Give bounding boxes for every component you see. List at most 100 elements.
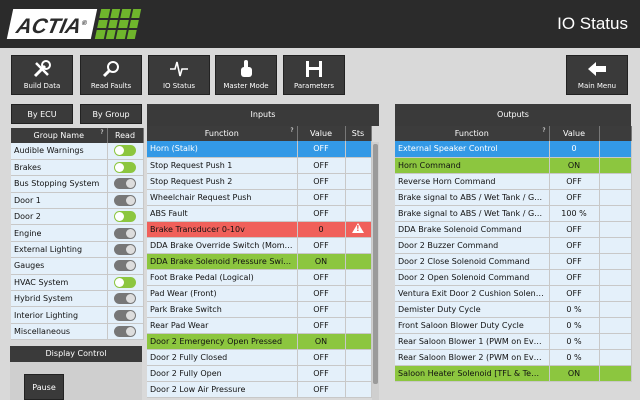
group-row[interactable]: Hybrid System — [11, 290, 144, 308]
read-toggle[interactable] — [114, 325, 136, 337]
parameters-button[interactable]: Parameters — [283, 55, 345, 95]
output-row[interactable]: Horn Command ON — [395, 157, 632, 174]
output-row[interactable]: Front Saloon Blower Duty Cycle 0 % — [395, 317, 632, 334]
input-status — [345, 157, 372, 174]
read-toggle[interactable] — [114, 244, 136, 256]
inputs-title: Inputs — [147, 104, 379, 126]
outputs-extra-header — [599, 126, 632, 141]
output-row[interactable]: Brake signal to ABS / Wet Tank / Gearbox… — [395, 189, 632, 206]
input-status — [345, 349, 372, 366]
io-status-button[interactable]: IO Status — [148, 55, 210, 95]
input-row[interactable]: Rear Pad Wear OFF — [147, 317, 372, 334]
input-status — [345, 317, 372, 334]
read-faults-button[interactable]: Read Faults — [80, 55, 142, 95]
output-row[interactable]: External Speaker Control 0 — [395, 141, 632, 158]
output-value: OFF — [549, 285, 600, 302]
read-toggle-cell — [107, 224, 144, 242]
read-toggle[interactable] — [114, 194, 136, 206]
input-row[interactable]: Brake Transducer 0-10v 0 — [147, 221, 372, 238]
output-row[interactable]: Demister Duty Cycle 0 % — [395, 301, 632, 318]
input-row[interactable]: DDA Brake Override Switch (Momentary)OFF — [147, 237, 372, 254]
input-status — [345, 253, 372, 270]
read-toggle[interactable] — [114, 145, 136, 157]
group-row[interactable]: Door 1 — [11, 192, 144, 210]
input-row[interactable]: Pad Wear (Front) OFF — [147, 285, 372, 302]
input-row[interactable]: Stop Request Push 1 OFF — [147, 157, 372, 174]
tab-by-ecu[interactable]: By ECU — [11, 104, 73, 124]
output-row[interactable]: Rear Saloon Blower 2 (PWM on Everthing) 0… — [395, 349, 632, 366]
group-row[interactable]: Engine — [11, 224, 144, 242]
output-row[interactable]: DDA Brake Solenoid Command OFF — [395, 221, 632, 238]
input-row[interactable]: Wheelchair Request Push OFF — [147, 189, 372, 206]
output-row[interactable]: Door 2 Close Solenoid Command OFF — [395, 253, 632, 270]
read-toggle[interactable] — [114, 162, 136, 174]
read-header: Read — [107, 128, 144, 143]
group-table: Group Name? Read Audible Warnings Brakes B… — [11, 128, 144, 341]
group-name-header: Group Name? — [11, 128, 108, 143]
inputs-value-header: Value — [297, 126, 346, 141]
display-control-panel: Display Control Pause — [10, 346, 142, 400]
input-row[interactable]: Park Brake Switch OFF — [147, 301, 372, 318]
tab-by-group[interactable]: By Group — [80, 104, 142, 124]
output-row[interactable]: Rear Saloon Blower 1 (PWM on Everthing) 0… — [395, 333, 632, 350]
input-value: OFF — [297, 381, 346, 398]
input-row[interactable]: Door 2 Low Air Pressure OFF — [147, 381, 372, 398]
group-row[interactable]: Miscellaneous — [11, 323, 144, 341]
output-row[interactable]: Ventura Exit Door 2 Cushion Solenoid Com… — [395, 285, 632, 302]
read-toggle[interactable] — [114, 260, 136, 272]
group-name: Brakes — [11, 159, 108, 177]
group-row[interactable]: Bus Stopping System — [11, 175, 144, 193]
input-status — [345, 221, 372, 238]
input-row[interactable]: Door 2 Fully Open OFF — [147, 365, 372, 382]
group-row[interactable]: External Lighting — [11, 241, 144, 259]
pause-button[interactable]: Pause — [24, 374, 64, 400]
master-mode-button[interactable]: Master Mode — [215, 55, 277, 95]
group-row[interactable]: HVAC System — [11, 274, 144, 292]
read-toggle[interactable] — [114, 293, 136, 305]
read-toggle[interactable] — [114, 309, 136, 321]
output-extra — [599, 317, 632, 334]
output-row[interactable]: Brake signal to ABS / Wet Tank / Gearbox… — [395, 205, 632, 222]
input-row[interactable]: Stop Request Push 2 OFF — [147, 173, 372, 190]
output-function: Horn Command — [395, 157, 550, 174]
read-toggle-cell — [107, 306, 144, 324]
input-row[interactable]: Foot Brake Pedal (Logical) OFF — [147, 269, 372, 286]
read-toggle[interactable] — [114, 276, 136, 288]
output-row[interactable]: Saloon Heater Solenoid [TFL & Tempo] ON — [395, 365, 632, 382]
output-row[interactable]: Door 2 Open Solenoid Command OFF — [395, 269, 632, 286]
logo-text: ACTIA® — [6, 9, 98, 39]
group-name: External Lighting — [11, 241, 108, 259]
read-toggle-cell — [107, 159, 144, 177]
output-value: OFF — [549, 237, 600, 254]
output-function: Door 2 Close Solenoid Command — [395, 253, 550, 270]
group-row[interactable]: Interior Lighting — [11, 306, 144, 324]
input-row[interactable]: Horn (Stalk) OFF — [147, 141, 372, 158]
tools-icon — [12, 56, 72, 81]
build-data-button[interactable]: Build Data — [11, 55, 73, 95]
input-status — [345, 269, 372, 286]
output-row[interactable]: Reverse Horn Command OFF — [395, 173, 632, 190]
input-row[interactable]: Door 2 Fully Closed OFF — [147, 349, 372, 366]
outputs-value-header: Value — [549, 126, 600, 141]
main-menu-button[interactable]: Main Menu — [566, 55, 628, 95]
group-row[interactable]: Door 2 — [11, 208, 144, 226]
outputs-table: Function? Value External Speaker Control… — [395, 126, 632, 382]
read-toggle[interactable] — [114, 227, 136, 239]
input-row[interactable]: DDA Brake Solenoid Pressure Switch ON — [147, 253, 372, 270]
output-row[interactable]: Door 2 Buzzer Command OFF — [395, 237, 632, 254]
input-value: OFF — [297, 141, 346, 158]
group-row[interactable]: Audible Warnings — [11, 143, 144, 160]
hand-icon — [216, 56, 276, 81]
output-value: 0 — [549, 141, 600, 158]
group-row[interactable]: Gauges — [11, 257, 144, 275]
group-name: Audible Warnings — [11, 143, 108, 160]
input-status — [345, 237, 372, 254]
read-toggle[interactable] — [114, 178, 136, 190]
input-row[interactable]: Door 2 Emergency Open Pressed ON — [147, 333, 372, 350]
group-row[interactable]: Brakes — [11, 159, 144, 177]
read-toggle[interactable] — [114, 211, 136, 223]
input-row[interactable]: ABS Fault OFF — [147, 205, 372, 222]
input-value: OFF — [297, 157, 346, 174]
inputs-scrollbar[interactable] — [372, 142, 379, 400]
inputs-scroll-thumb[interactable] — [373, 144, 378, 384]
